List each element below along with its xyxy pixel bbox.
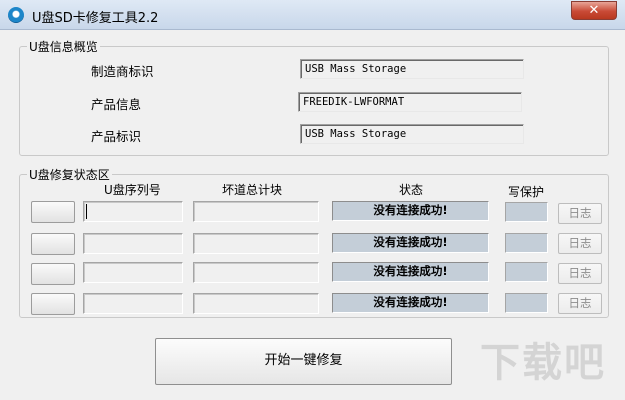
serial-field[interactable] [83,233,183,254]
bad-blocks-field [193,233,319,254]
bad-blocks-field [193,293,319,314]
window-title: U盘SD卡修复工具2.2 [32,11,159,26]
product-info-field[interactable]: FREEDIK-LWFORMAT [298,92,522,112]
close-button[interactable]: ✕ [571,1,617,20]
protect-header: 写保护 [508,185,545,199]
status-header: 状态 [399,183,424,197]
write-protect-indicator [505,262,548,282]
app-icon [8,7,24,23]
serial-field[interactable] [83,293,183,314]
write-protect-indicator [505,293,548,313]
log-button[interactable]: 日志 [558,203,602,224]
status-field: 没有连接成功! [332,201,489,221]
status-field: 没有连接成功! [332,233,489,253]
log-button[interactable]: 日志 [558,263,602,284]
start-repair-button[interactable]: 开始一键修复 [155,338,452,385]
row-select-button[interactable] [31,263,75,285]
product-id-label: 产品标识 [91,129,142,144]
log-button[interactable]: 日志 [558,233,602,254]
product-info-label: 产品信息 [91,97,142,112]
bad-blocks-field [193,262,319,283]
serial-header: U盘序列号 [104,183,161,197]
manufacturer-label: 制造商标识 [91,64,154,79]
bad-blocks-field [193,201,319,222]
row-select-button[interactable] [31,201,75,223]
status-field: 没有连接成功! [332,293,489,313]
manufacturer-field[interactable]: USB Mass Storage [300,59,524,79]
bad-blocks-header: 坏道总计块 [222,183,283,197]
row-select-button[interactable] [31,233,75,255]
row-select-button[interactable] [31,293,75,315]
serial-field[interactable] [83,262,183,283]
product-id-field[interactable]: USB Mass Storage [300,124,524,144]
text-cursor [86,204,87,219]
write-protect-indicator [505,202,548,222]
status-field: 没有连接成功! [332,262,489,282]
repair-group-title: U盘修复状态区 [27,166,112,183]
watermark-text: 下载吧 [480,340,606,386]
write-protect-indicator [505,233,548,253]
watermark-logo: 下载吧 [480,330,620,398]
log-button[interactable]: 日志 [558,293,602,314]
info-group-title: U盘信息概览 [27,38,100,55]
serial-field[interactable] [83,201,183,222]
